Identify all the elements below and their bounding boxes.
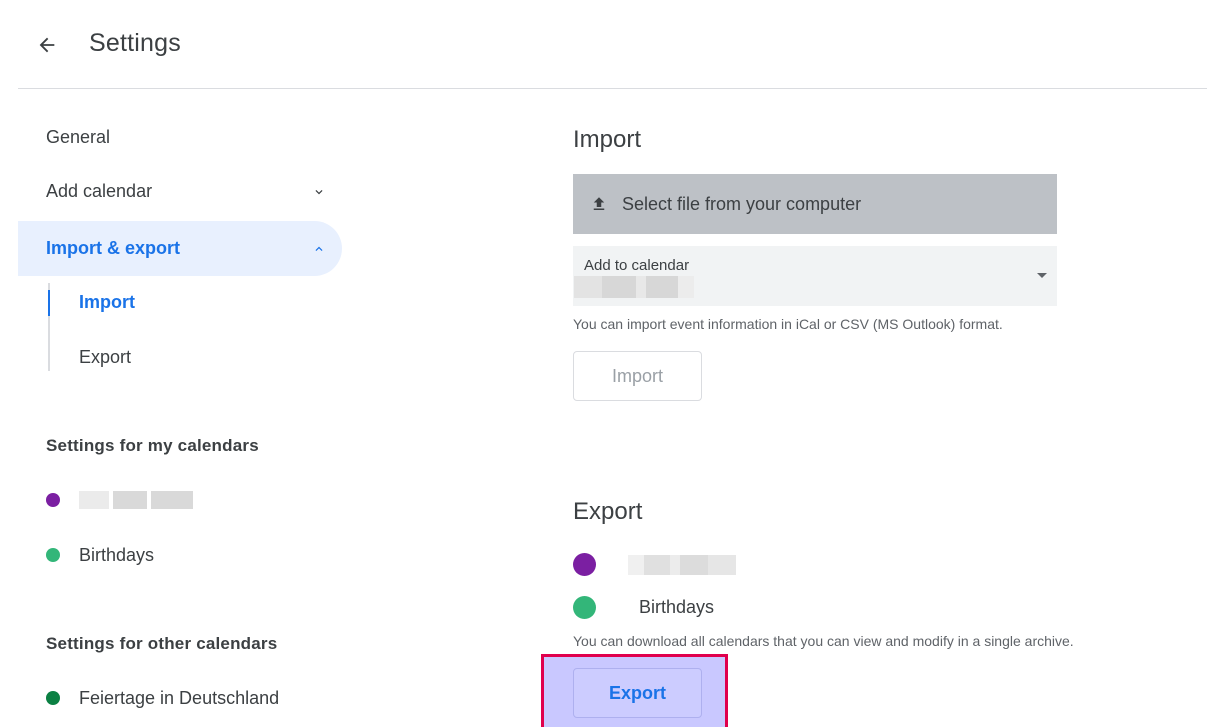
export-hint: You can download all calendars that you … [573, 633, 1074, 649]
page-title: Settings [89, 29, 181, 57]
my-calendar-item[interactable] [46, 488, 193, 512]
other-calendar-item[interactable]: Feiertage in Deutschland [46, 686, 279, 710]
sidebar-item-general[interactable]: General [18, 110, 342, 165]
sidebar-item-label: Add calendar [46, 181, 153, 201]
sidebar-item-label: General [46, 127, 111, 147]
redacted-calendar-name [79, 491, 193, 509]
calendar-color-dot [46, 548, 60, 562]
top-bar [18, 0, 1207, 89]
export-calendar-item: Birthdays [573, 594, 714, 620]
sidebar-item-label: Import & export [46, 238, 181, 258]
import-button[interactable]: Import [573, 351, 702, 401]
chevron-up-icon [312, 221, 326, 276]
import-hint: You can import event information in iCal… [573, 316, 1003, 332]
other-calendars-heading: Settings for other calendars [46, 634, 278, 653]
sidebar-subitem-import[interactable]: Import [79, 292, 135, 313]
calendar-name: Birthdays [639, 596, 715, 617]
my-calendars-heading: Settings for my calendars [46, 436, 259, 455]
redacted-calendar-name [628, 555, 736, 575]
back-button[interactable] [30, 28, 64, 62]
dropdown-arrow-icon [1037, 273, 1047, 278]
sidebar-item-add-calendar[interactable]: Add calendar [18, 164, 342, 219]
select-file-button[interactable]: Select file from your computer [573, 174, 1057, 234]
calendar-color-dot [46, 493, 60, 507]
sidebar-subitem-export[interactable]: Export [79, 347, 131, 368]
arrow-back-icon [39, 37, 55, 53]
my-calendar-item[interactable]: Birthdays [46, 543, 154, 567]
calendar-color-dot [573, 552, 596, 576]
calendar-name: Birthdays [79, 544, 155, 565]
calendar-color-dot [46, 691, 60, 705]
select-file-label: Select file from your computer [622, 193, 862, 214]
sub-nav-active-indicator [48, 290, 50, 316]
select-label: Add to calendar [584, 257, 690, 274]
redacted-calendar-value [574, 276, 694, 298]
upload-icon [590, 195, 608, 213]
import-heading: Import [573, 126, 642, 153]
add-to-calendar-select[interactable]: Add to calendar [573, 246, 1057, 306]
export-button[interactable]: Export [573, 668, 702, 718]
sidebar-item-import-export[interactable]: Import & export [18, 221, 342, 276]
export-heading: Export [573, 498, 643, 525]
calendar-color-dot [573, 595, 596, 619]
chevron-down-icon [312, 164, 326, 219]
export-calendar-item [573, 551, 736, 577]
calendar-name: Feiertage in Deutschland [79, 687, 280, 708]
